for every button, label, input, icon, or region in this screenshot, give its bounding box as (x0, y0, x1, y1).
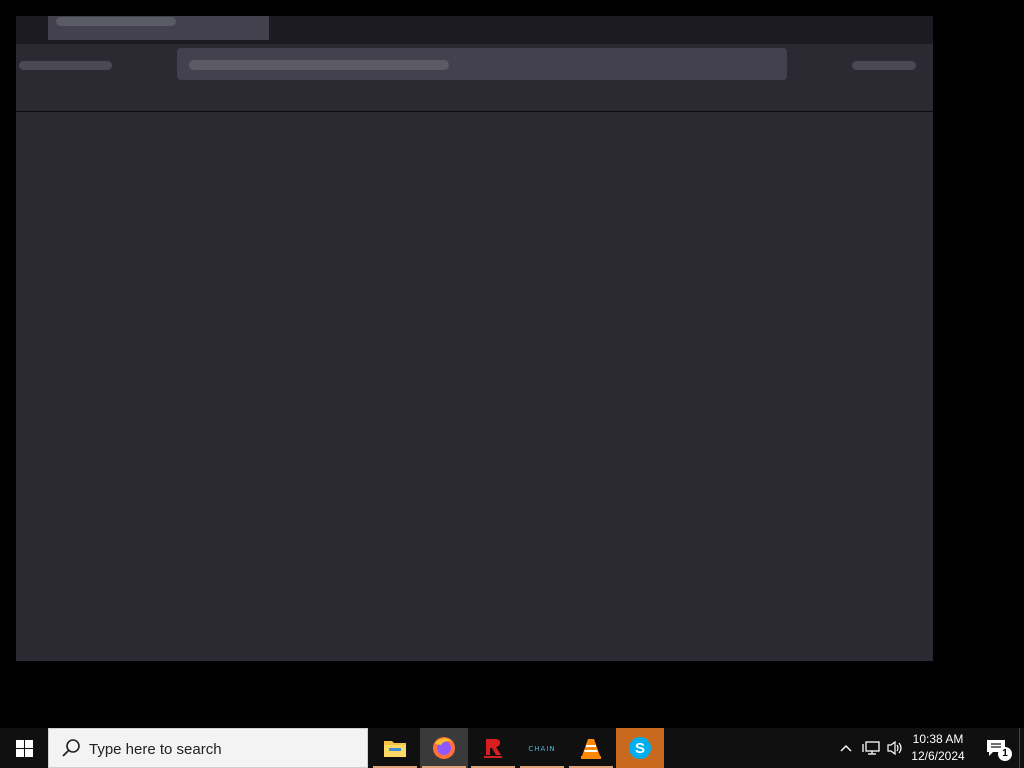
search-icon (62, 739, 80, 757)
browser-window (16, 16, 933, 661)
toolbar (16, 44, 933, 112)
notification-count-badge: 1 (998, 747, 1012, 761)
taskbar-skype[interactable]: S (616, 728, 664, 768)
chevron-up-icon (840, 745, 852, 752)
search-placeholder: Type here to search (89, 741, 222, 758)
windows-icon (15, 739, 33, 757)
menu-placeholder (852, 61, 916, 70)
vlc-icon (581, 739, 601, 759)
clock-time: 10:38 AM (912, 732, 964, 746)
show-desktop-button[interactable] (1019, 728, 1024, 768)
show-hidden-icons-button[interactable] (836, 728, 856, 768)
volume-button[interactable] (884, 728, 906, 768)
start-button[interactable] (0, 728, 48, 768)
taskbar: Type here to search CHAIN S 10:38 AM 12/… (0, 728, 1024, 768)
taskbar-vlc[interactable] (567, 728, 615, 768)
taskbar-chain-app[interactable]: CHAIN (518, 728, 566, 768)
tab-title-placeholder (56, 17, 176, 26)
taskbar-firefox[interactable] (420, 728, 468, 768)
search-box[interactable]: Type here to search (48, 728, 368, 768)
action-center-button[interactable]: 1 (976, 728, 1016, 768)
red-logo-icon (484, 739, 502, 758)
firefox-icon (433, 737, 455, 759)
folder-icon (384, 741, 406, 757)
page-content (16, 113, 933, 661)
speaker-icon (887, 740, 902, 756)
clock-date: 12/6/2024 (911, 749, 965, 763)
url-placeholder (189, 60, 449, 70)
desktop (0, 0, 1024, 728)
svg-text:S: S (635, 740, 645, 757)
svg-text:CHAIN: CHAIN (528, 745, 555, 753)
nav-buttons-placeholder (19, 61, 112, 70)
network-button[interactable] (860, 728, 882, 768)
loading-tab[interactable] (48, 16, 269, 40)
tab-strip (16, 16, 933, 44)
taskbar-red-app[interactable] (469, 728, 517, 768)
taskbar-file-explorer[interactable] (371, 728, 419, 768)
clock[interactable]: 10:38 AM 12/6/2024 (906, 728, 970, 768)
network-icon (862, 741, 880, 755)
chain-logo-icon: CHAIN (528, 745, 555, 753)
skype-icon: S (629, 737, 651, 759)
address-bar[interactable] (177, 48, 787, 80)
